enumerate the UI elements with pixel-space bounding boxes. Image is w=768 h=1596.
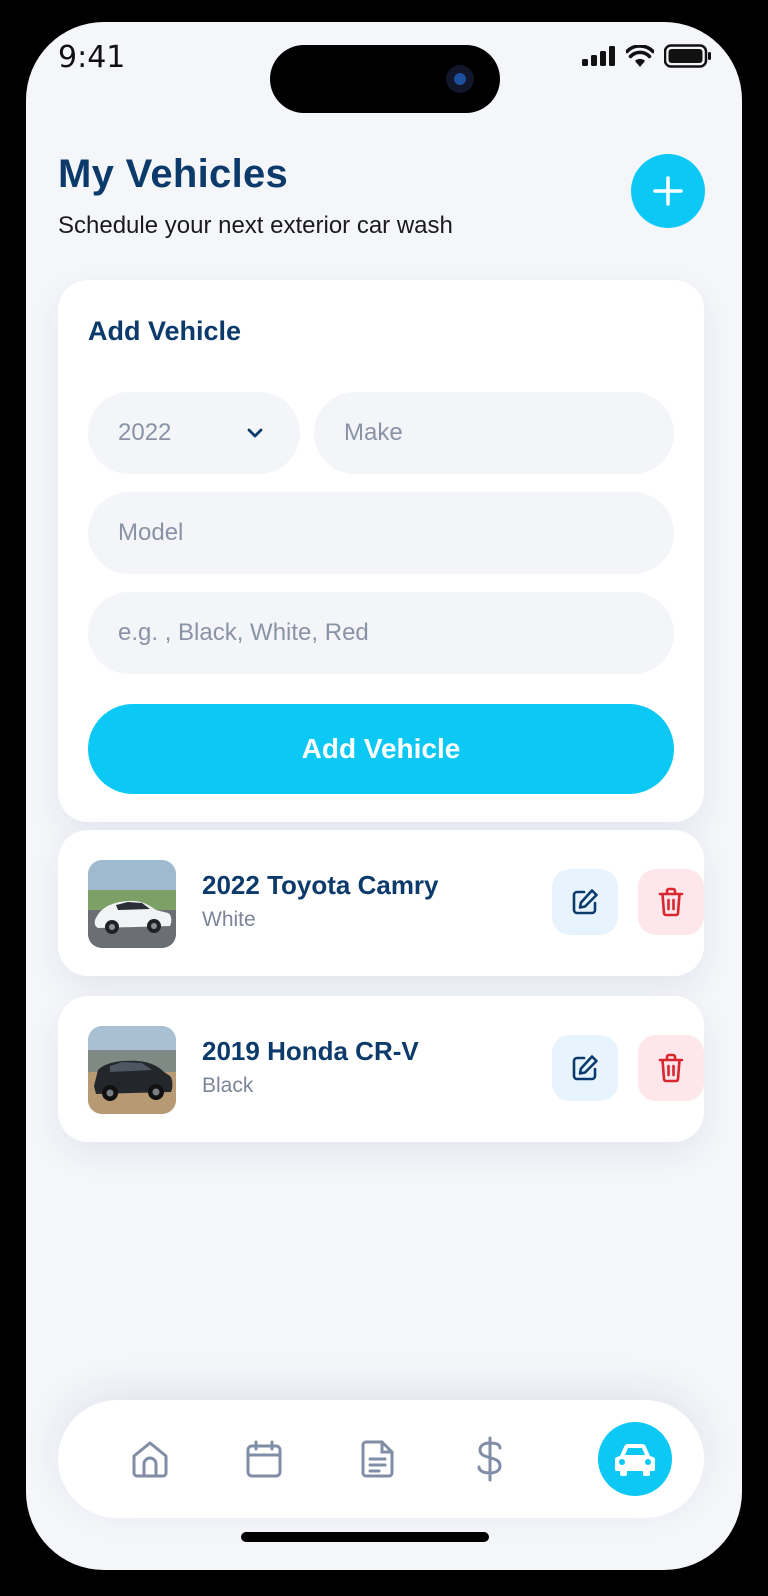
- document-icon: [361, 1440, 394, 1478]
- nav-calendar[interactable]: [234, 1429, 294, 1489]
- vehicle-name: 2022 Toyota Camry: [202, 870, 439, 900]
- phone-screen: 9:41 My Vehicles Schedule your next exte…: [26, 22, 742, 1570]
- vehicle-card[interactable]: 2022 Toyota Camry White: [58, 830, 704, 976]
- bottom-nav: [58, 1400, 704, 1518]
- color-placeholder: e.g. , Black, White, Red: [118, 619, 369, 646]
- vehicle-photo-camry: [88, 860, 176, 948]
- status-time: 9:41: [58, 40, 126, 75]
- trash-icon: [658, 1053, 684, 1083]
- model-input[interactable]: Model: [88, 492, 674, 574]
- dollar-icon: [477, 1436, 502, 1482]
- home-icon: [132, 1441, 168, 1478]
- add-vehicle-card: Add Vehicle 2022 Make Model e.g. , Black…: [58, 280, 704, 822]
- car-icon: [614, 1443, 656, 1476]
- home-indicator: [241, 1532, 489, 1542]
- vehicle-card[interactable]: 2019 Honda CR-V Black: [58, 996, 704, 1142]
- camera-icon: [446, 65, 474, 93]
- nav-payments[interactable]: [460, 1429, 520, 1489]
- edit-vehicle-button[interactable]: [552, 869, 618, 935]
- calendar-icon: [246, 1440, 282, 1478]
- dynamic-island: [270, 45, 500, 113]
- status-icons: [582, 44, 712, 68]
- battery-icon: [664, 44, 711, 68]
- plus-icon: [653, 176, 683, 206]
- wifi-icon: [626, 45, 654, 67]
- nav-home[interactable]: [120, 1429, 180, 1489]
- vehicle-name: 2019 Honda CR-V: [202, 1036, 419, 1066]
- add-vehicle-button[interactable]: Add Vehicle: [88, 704, 674, 794]
- add-vehicle-heading: Add Vehicle: [88, 316, 242, 346]
- color-input[interactable]: e.g. , Black, White, Red: [88, 592, 674, 674]
- vehicle-color: Black: [202, 1074, 254, 1097]
- edit-vehicle-button[interactable]: [552, 1035, 618, 1101]
- year-select[interactable]: 2022: [88, 392, 300, 474]
- make-input[interactable]: Make: [314, 392, 674, 474]
- make-placeholder: Make: [344, 419, 403, 446]
- trash-icon: [658, 887, 684, 917]
- delete-vehicle-button[interactable]: [638, 1035, 704, 1101]
- page-title: My Vehicles: [58, 152, 289, 196]
- signal-icon: [582, 46, 615, 66]
- model-placeholder: Model: [118, 519, 184, 546]
- vehicle-photo-crv: [88, 1026, 176, 1114]
- add-vehicle-fab[interactable]: [631, 154, 705, 228]
- chevron-down-icon: [247, 428, 263, 438]
- delete-vehicle-button[interactable]: [638, 869, 704, 935]
- year-value: 2022: [118, 419, 172, 446]
- nav-documents[interactable]: [348, 1429, 408, 1489]
- nav-vehicles[interactable]: [598, 1422, 672, 1496]
- edit-icon: [572, 889, 598, 915]
- vehicle-color: White: [202, 908, 256, 931]
- page-subtitle: Schedule your next exterior car wash: [58, 212, 453, 239]
- edit-icon: [572, 1055, 598, 1081]
